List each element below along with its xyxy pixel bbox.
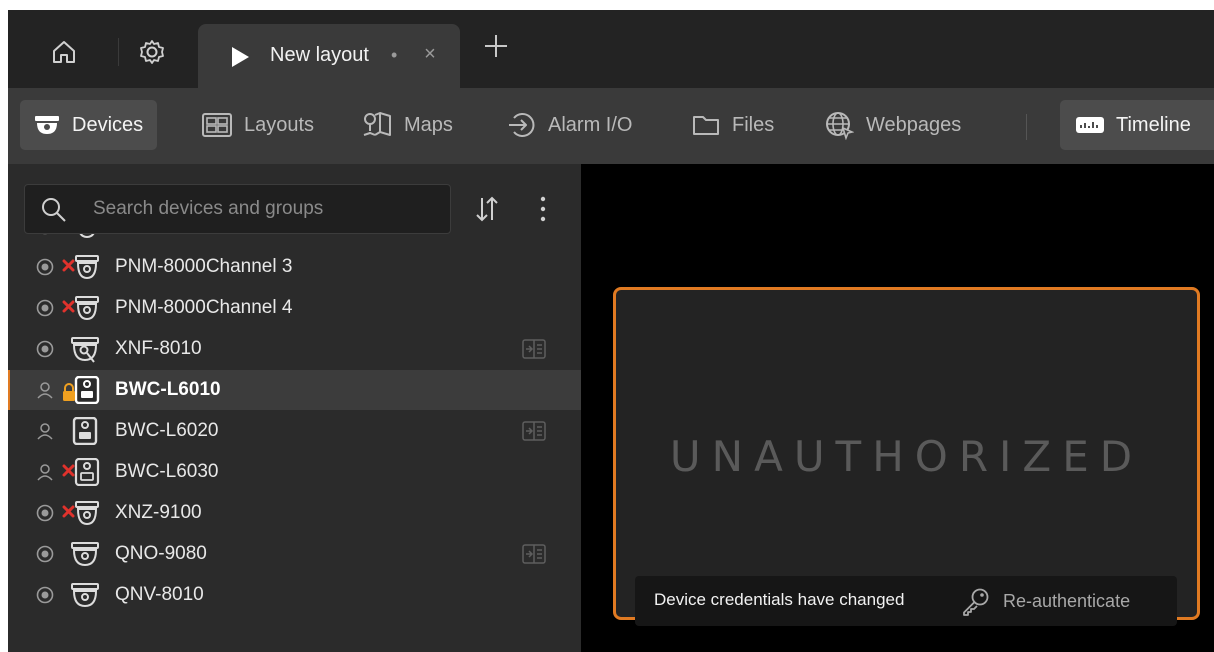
record-status-icon bbox=[36, 586, 54, 604]
device-io-action-icon[interactable] bbox=[522, 421, 546, 441]
panel-navigation: Devices Layouts Maps Alarm I/O Files Web… bbox=[8, 88, 1214, 164]
camera-cell[interactable]: UNAUTHORIZED Device credentials have cha… bbox=[613, 287, 1200, 626]
device-row[interactable]: BWC-L6030 bbox=[8, 452, 581, 492]
device-name: QNO-9080 bbox=[115, 543, 207, 564]
device-name: PNM-8000Channel 4 bbox=[115, 297, 293, 318]
map-icon bbox=[362, 111, 392, 139]
device-row[interactable]: QNO-9080 bbox=[8, 534, 581, 574]
sort-button[interactable] bbox=[475, 196, 499, 227]
add-tab-button[interactable] bbox=[482, 32, 510, 65]
bodycam-error-icon bbox=[62, 457, 102, 487]
record-status-icon bbox=[36, 299, 54, 317]
search-box[interactable] bbox=[24, 184, 451, 234]
nav-webpages-label: Webpages bbox=[866, 113, 962, 136]
device-panel: PNM-8000Channel 2PNM-8000Channel 3PNM-80… bbox=[8, 164, 581, 652]
key-icon bbox=[961, 586, 991, 616]
play-icon bbox=[232, 47, 249, 67]
nav-devices-label: Devices bbox=[72, 113, 144, 136]
search-input[interactable] bbox=[93, 196, 433, 222]
cell-status-bar: Device credentials have changed Re-authe… bbox=[635, 576, 1177, 626]
globe-icon bbox=[824, 110, 854, 140]
tab-new-layout[interactable]: New layout • × bbox=[198, 24, 460, 88]
plus-icon bbox=[485, 35, 507, 57]
bodycam-locked-icon bbox=[62, 375, 102, 405]
nav-files[interactable]: Files bbox=[692, 100, 774, 150]
folder-icon bbox=[692, 113, 720, 137]
nav-webpages[interactable]: Webpages bbox=[824, 100, 961, 150]
nav-layouts-label: Layouts bbox=[244, 113, 315, 136]
device-row[interactable]: PNM-8000Channel 3 bbox=[8, 247, 581, 287]
tab-modified-marker: • bbox=[391, 45, 398, 65]
camera-dome-icon bbox=[34, 113, 60, 137]
tab-title: New layout bbox=[270, 44, 369, 66]
nav-files-label: Files bbox=[732, 113, 775, 136]
tab-bar: New layout • × bbox=[8, 10, 1214, 88]
re-authenticate-label: Re-authenticate bbox=[1003, 590, 1131, 611]
search-icon bbox=[41, 197, 67, 228]
home-button[interactable] bbox=[44, 32, 84, 72]
unauthorized-overlay-text: UNAUTHORIZED bbox=[669, 432, 1144, 481]
tab-close-button[interactable]: × bbox=[418, 43, 442, 66]
nav-divider bbox=[1026, 114, 1027, 140]
record-status-icon bbox=[36, 340, 54, 358]
device-io-action-icon[interactable] bbox=[522, 339, 546, 359]
credentials-changed-message: Device credentials have changed bbox=[654, 590, 905, 609]
person-icon bbox=[36, 422, 54, 440]
alarm-io-icon bbox=[508, 111, 536, 139]
device-name: PNM-8000Channel 3 bbox=[115, 256, 293, 277]
bodycam-icon bbox=[62, 416, 102, 446]
timeline-label: Timeline bbox=[1116, 113, 1191, 136]
fisheye-camera-icon bbox=[62, 335, 102, 363]
layout-viewport: UNAUTHORIZED Device credentials have cha… bbox=[581, 164, 1214, 652]
device-name: QNV-8010 bbox=[115, 584, 204, 605]
device-name: XNF-8010 bbox=[115, 338, 202, 359]
record-status-icon bbox=[36, 504, 54, 522]
nav-alarm-io[interactable]: Alarm I/O bbox=[508, 100, 632, 150]
tab-bar-divider bbox=[118, 38, 119, 66]
settings-button[interactable] bbox=[132, 32, 172, 72]
record-status-icon bbox=[36, 258, 54, 276]
person-icon bbox=[36, 381, 54, 399]
device-row[interactable]: BWC-L6020 bbox=[8, 411, 581, 451]
kebab-menu-icon bbox=[540, 196, 546, 222]
camera-error-icon bbox=[62, 499, 102, 527]
nav-maps[interactable]: Maps bbox=[362, 100, 453, 150]
gear-icon bbox=[140, 40, 164, 64]
device-row[interactable]: XNF-8010 bbox=[8, 329, 581, 369]
app-window: New layout • × Devices Layouts Maps Alar… bbox=[8, 10, 1214, 652]
camera-dome-icon bbox=[62, 540, 102, 568]
camera-error-icon bbox=[62, 294, 102, 322]
device-name: XNZ-9100 bbox=[115, 502, 202, 523]
more-options-button[interactable] bbox=[538, 196, 548, 227]
nav-devices[interactable]: Devices bbox=[20, 100, 158, 150]
device-row[interactable]: PNM-8000Channel 4 bbox=[8, 288, 581, 328]
device-io-action-icon[interactable] bbox=[522, 544, 546, 564]
device-name: BWC-L6020 bbox=[115, 420, 219, 441]
device-row[interactable]: QNV-8010 bbox=[8, 575, 581, 615]
camera-dome-icon bbox=[62, 581, 102, 609]
nav-alarm-io-label: Alarm I/O bbox=[548, 113, 633, 136]
nav-layouts[interactable]: Layouts bbox=[202, 100, 314, 150]
home-icon bbox=[53, 41, 75, 63]
camera-error-icon bbox=[62, 253, 102, 281]
timeline-icon bbox=[1076, 116, 1104, 134]
layout-grid-icon bbox=[202, 113, 232, 137]
device-name: BWC-L6030 bbox=[115, 461, 219, 482]
re-authenticate-button[interactable]: Re-authenticate bbox=[961, 585, 1130, 617]
nav-maps-label: Maps bbox=[404, 113, 453, 136]
sort-icon bbox=[476, 196, 498, 222]
timeline-button[interactable]: Timeline bbox=[1060, 100, 1214, 150]
device-row[interactable]: XNZ-9100 bbox=[8, 493, 581, 533]
device-name: BWC-L6010 bbox=[115, 379, 221, 400]
device-row[interactable]: BWC-L6010 bbox=[8, 370, 581, 410]
record-status-icon bbox=[36, 545, 54, 563]
person-icon bbox=[36, 463, 54, 481]
